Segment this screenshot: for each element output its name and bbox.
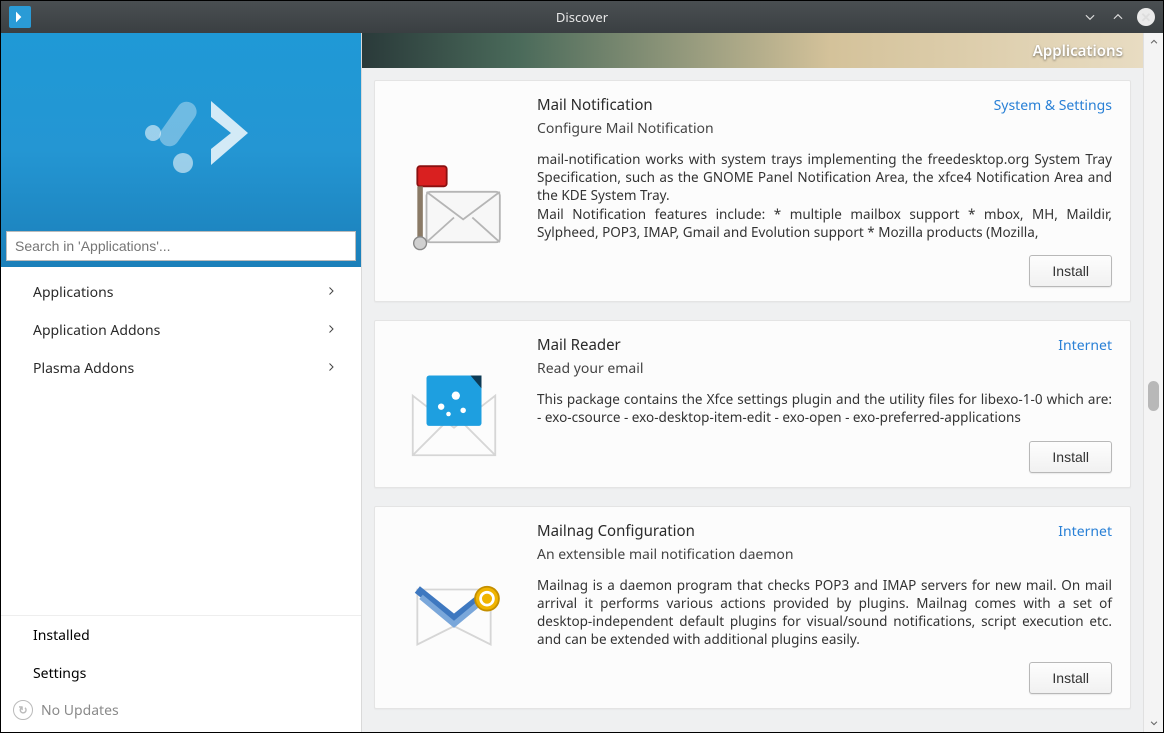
app-content: Mailnag Configuration Internet An extens…: [537, 521, 1112, 695]
minimize-button[interactable]: [1081, 8, 1099, 26]
category-banner: Applications: [362, 33, 1143, 68]
chevron-right-icon: [325, 359, 337, 378]
install-button[interactable]: Install: [1029, 662, 1112, 694]
app-icon: [389, 95, 519, 287]
app-tagline: Read your email: [537, 359, 1112, 378]
app-icon: [9, 6, 31, 28]
scrollbar-thumb[interactable]: [1148, 381, 1159, 411]
app-tagline: Configure Mail Notification: [537, 119, 1112, 138]
search-wrap: [6, 231, 356, 261]
search-input[interactable]: [6, 231, 356, 261]
sidebar-bottom: Installed Settings ↻ No Updates: [1, 615, 361, 732]
updates-label: No Updates: [41, 701, 119, 720]
sidebar-item-label: Applications: [33, 283, 113, 302]
main-content: Applications: [362, 33, 1143, 732]
sidebar-item-plasma-addons[interactable]: Plasma Addons: [1, 349, 361, 387]
app-title[interactable]: Mail Notification: [537, 95, 653, 115]
app-card: Mailnag Configuration Internet An extens…: [374, 506, 1131, 710]
app-description: mail-notification works with system tray…: [537, 150, 1112, 241]
sidebar-item-label: Settings: [33, 664, 86, 683]
window-title: Discover: [556, 8, 608, 26]
titlebar[interactable]: Discover ✕: [1, 1, 1163, 33]
install-button[interactable]: Install: [1029, 255, 1112, 287]
app-card: Mail Notification System & Settings Conf…: [374, 80, 1131, 302]
sidebar-item-label: Plasma Addons: [33, 359, 134, 378]
scrollbar[interactable]: [1143, 33, 1163, 732]
window-controls: ✕: [1081, 8, 1155, 26]
maximize-button[interactable]: [1109, 8, 1127, 26]
updates-icon: ↻: [13, 700, 33, 720]
sidebar: Applications Application Addons Plasma A…: [1, 33, 362, 732]
sidebar-item-updates[interactable]: ↻ No Updates: [1, 692, 361, 732]
sidebar-item-settings[interactable]: Settings: [1, 654, 361, 692]
chevron-right-icon: [325, 283, 337, 302]
sidebar-item-installed[interactable]: Installed: [1, 616, 361, 654]
app-category-link[interactable]: System & Settings: [994, 96, 1112, 115]
app-category-link[interactable]: Internet: [1058, 336, 1112, 355]
close-button[interactable]: ✕: [1137, 8, 1155, 26]
sidebar-item-applications[interactable]: Applications: [1, 273, 361, 311]
app-tagline: An extensible mail notification daemon: [537, 545, 1112, 564]
scrollbar-track[interactable]: [1144, 51, 1163, 714]
sidebar-item-label: Application Addons: [33, 321, 160, 340]
sidebar-nav: Applications Application Addons Plasma A…: [1, 267, 361, 387]
main: Applications: [362, 33, 1163, 732]
app-description: This package contains the Xfce settings …: [537, 390, 1112, 426]
app-card: Mail Reader Internet Read your email Thi…: [374, 320, 1131, 487]
install-button[interactable]: Install: [1029, 441, 1112, 473]
app-title[interactable]: Mailnag Configuration: [537, 521, 695, 541]
scroll-down-icon[interactable]: [1144, 714, 1163, 732]
sidebar-item-application-addons[interactable]: Application Addons: [1, 311, 361, 349]
chevron-right-icon: [325, 321, 337, 340]
window: Discover ✕: [0, 0, 1164, 733]
app-category-link[interactable]: Internet: [1058, 522, 1112, 541]
app-content: Mail Reader Internet Read your email Thi…: [537, 335, 1112, 472]
app-icon: [389, 335, 519, 472]
scroll-up-icon[interactable]: [1144, 33, 1163, 51]
app-title[interactable]: Mail Reader: [537, 335, 621, 355]
app-list: Mail Notification System & Settings Conf…: [362, 68, 1143, 732]
sidebar-hero: [1, 33, 361, 267]
app-description: Mailnag is a daemon program that checks …: [537, 576, 1112, 649]
sidebar-item-label: Installed: [33, 626, 90, 645]
discover-logo-icon: [133, 91, 273, 196]
app-icon: [389, 521, 519, 695]
body: Applications Application Addons Plasma A…: [1, 33, 1163, 732]
app-content: Mail Notification System & Settings Conf…: [537, 95, 1112, 287]
breadcrumb[interactable]: Applications: [1033, 41, 1123, 61]
